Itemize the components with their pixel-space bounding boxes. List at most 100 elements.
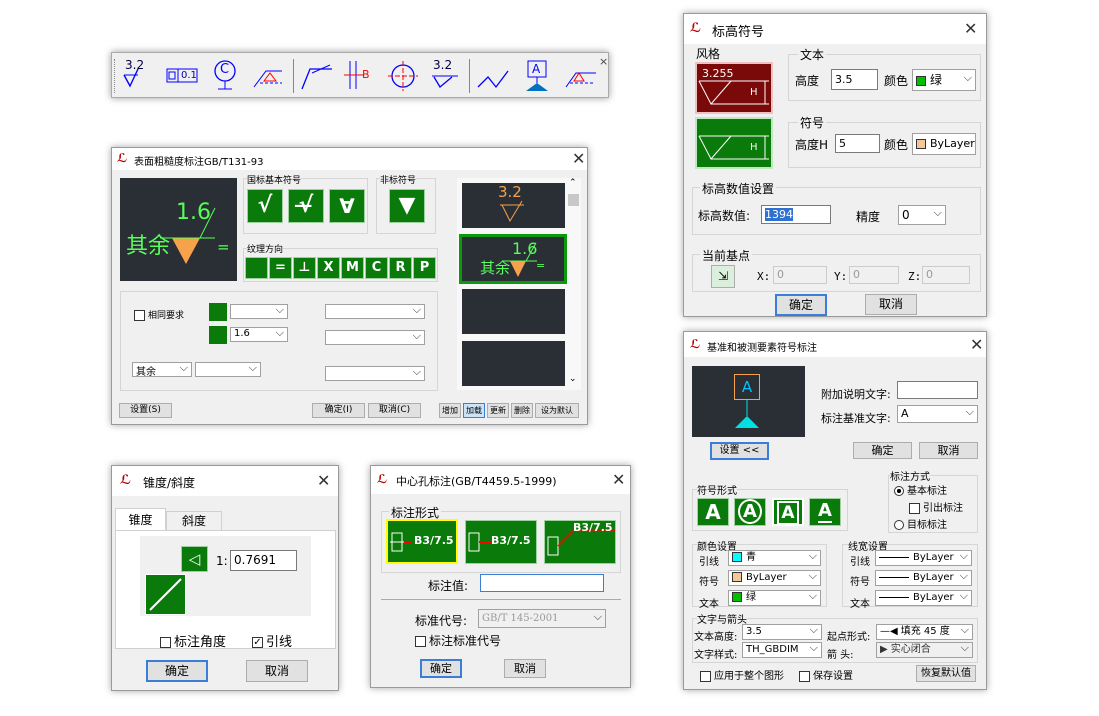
symbol-color-select[interactable]: ByLayer	[728, 570, 821, 586]
same-requirement-checkbox[interactable]: 相同要求	[134, 308, 184, 321]
elevation-value-input[interactable]: 1394	[761, 205, 831, 224]
close-icon[interactable]: ✕	[964, 21, 977, 37]
annotate-std-checkbox[interactable]: 标注标准代号	[415, 632, 501, 649]
mode-basic-radio[interactable]: 基本标注	[894, 482, 947, 497]
preset-item-3[interactable]	[462, 289, 565, 334]
cancel-button[interactable]: 取消	[919, 442, 978, 459]
elevation-style-2[interactable]: H	[695, 117, 773, 169]
settings-button[interactable]: 设置(S)	[119, 403, 172, 418]
cancel-button[interactable]: 取消	[504, 659, 546, 678]
pick-point-button[interactable]: ⇲	[711, 265, 735, 288]
precision-select[interactable]: 0	[898, 205, 946, 225]
shape-circle-button[interactable]: A	[734, 498, 766, 526]
apply-all-checkbox[interactable]: 应用于整个图形	[700, 667, 784, 682]
texture-r-button[interactable]: R	[389, 257, 412, 279]
elevation-style-1[interactable]: 3.255 H	[695, 62, 773, 114]
texture-m-button[interactable]: M	[341, 257, 364, 279]
texture-p-button[interactable]: P	[413, 257, 436, 279]
preset-scrollbar[interactable]: ⌃ ⌄	[568, 178, 579, 388]
mode-target-radio[interactable]: 目标标注	[894, 516, 947, 531]
symbol-lineweight-select[interactable]: ByLayer	[875, 570, 972, 586]
close-icon[interactable]: ✕	[572, 151, 585, 167]
shape-square-button[interactable]: A	[772, 498, 804, 526]
ok-button[interactable]: 确定	[146, 660, 208, 682]
restore-default-button[interactable]: 恢复默认值	[916, 665, 976, 682]
note-input[interactable]	[897, 381, 978, 399]
leader-lineweight-select[interactable]: ByLayer	[875, 550, 972, 566]
text-height-input[interactable]: 3.5	[831, 69, 878, 90]
x-input[interactable]: 0	[773, 266, 827, 284]
toolbar-grip[interactable]	[114, 59, 117, 93]
leader-icon[interactable]	[300, 61, 332, 91]
value-input[interactable]	[480, 574, 604, 592]
cancel-button[interactable]: 取消(C)	[368, 403, 421, 418]
scroll-up-icon[interactable]: ⌃	[569, 178, 577, 188]
datum-target-icon[interactable]: C	[210, 59, 240, 90]
preset-item-4[interactable]	[462, 341, 565, 386]
shape-plain-button[interactable]: A	[697, 498, 729, 526]
symbol-color-select[interactable]: ByLayer	[912, 133, 976, 155]
roughness-text-icon[interactable]: 3.2	[430, 58, 460, 91]
value-select[interactable]: 1.6	[230, 327, 288, 342]
param-select-1[interactable]	[230, 304, 288, 319]
delete-button[interactable]: 删除	[511, 403, 533, 418]
elevation-icon[interactable]	[564, 61, 596, 91]
mode-leader-checkbox[interactable]: 引出标注	[909, 499, 963, 514]
form-option-3[interactable]: B3/7.5	[544, 520, 616, 564]
tab-taper[interactable]: 锥度	[115, 508, 166, 531]
text-style-select[interactable]: TH_GBDIM	[742, 642, 822, 658]
y-input[interactable]: 0	[849, 266, 899, 284]
ok-button[interactable]: 确定(I)	[312, 403, 365, 418]
update-button[interactable]: 更新	[487, 403, 509, 418]
scroll-down-icon[interactable]: ⌄	[569, 374, 577, 384]
texture-c-button[interactable]: C	[365, 257, 388, 279]
shape-underline-button[interactable]: A	[809, 498, 841, 526]
leader-checkbox[interactable]: ✓ 引线	[252, 631, 292, 650]
load-button[interactable]: 加载	[463, 403, 485, 418]
close-icon[interactable]: ✕	[970, 337, 983, 353]
form-option-1[interactable]: B3/7.5	[386, 519, 458, 564]
param-select-2[interactable]	[325, 304, 425, 319]
texture-parallel-button[interactable]: =	[269, 257, 292, 279]
basic-symbol-button[interactable]: √	[247, 189, 283, 223]
taper-symbol-button[interactable]: ◁	[181, 546, 208, 572]
ok-button[interactable]: 确定	[853, 442, 912, 459]
nonstd-symbol-button[interactable]: ▼	[389, 189, 425, 223]
text-color-select[interactable]: 绿	[728, 590, 821, 606]
add-button[interactable]: 增加	[439, 403, 461, 418]
settings-toggle-button[interactable]: 设置 <<	[710, 442, 769, 460]
preset-item-2-selected[interactable]: 1.6 其余 =	[459, 234, 567, 284]
cancel-button[interactable]: 取消	[246, 660, 308, 682]
preset-item-1[interactable]: 3.2	[462, 183, 565, 228]
param-select-4[interactable]	[195, 362, 261, 377]
centerline-icon[interactable]	[388, 61, 418, 91]
text-height-select[interactable]: 3.5	[742, 624, 822, 640]
datum-feature-icon[interactable]: A	[522, 59, 552, 91]
geometric-tolerance-icon[interactable]: 0.1	[166, 61, 198, 91]
basic-symbol-removal-button[interactable]: √̶	[288, 189, 324, 223]
texture-perpendicular-button[interactable]: ⊥	[293, 257, 316, 279]
set-default-button[interactable]: 设为默认	[535, 403, 579, 418]
param-swatch-1[interactable]	[209, 303, 227, 321]
basic-symbol-no-removal-button[interactable]: ∀	[329, 189, 365, 223]
ok-button[interactable]: 确定	[775, 294, 827, 316]
base-select[interactable]: A	[897, 405, 978, 423]
roughness-icon[interactable]: 3.2	[122, 58, 152, 91]
param-select-3[interactable]	[325, 330, 425, 345]
leader-color-select[interactable]: 青	[728, 550, 821, 566]
std-select[interactable]: GB/T 145-2001	[478, 609, 606, 628]
toolbar-close-button[interactable]: ×	[599, 55, 608, 68]
start-select[interactable]: —◀ 填充 45 度	[876, 624, 973, 640]
text-color-select[interactable]: 绿	[912, 69, 976, 91]
welding-icon[interactable]	[252, 61, 282, 91]
z-input[interactable]: 0	[922, 266, 970, 284]
text-lineweight-select[interactable]: ByLayer	[875, 590, 972, 606]
ok-button[interactable]: 确定	[420, 659, 462, 678]
slope-symbol-button[interactable]	[145, 574, 186, 615]
texture-none-button[interactable]	[245, 257, 268, 279]
save-settings-checkbox[interactable]: 保存设置	[799, 667, 853, 682]
rest-select[interactable]: 其余	[132, 362, 192, 377]
taper-icon[interactable]	[476, 61, 509, 91]
ratio-input[interactable]: 0.7691	[230, 550, 297, 571]
dimension-break-icon[interactable]: B	[344, 59, 374, 89]
